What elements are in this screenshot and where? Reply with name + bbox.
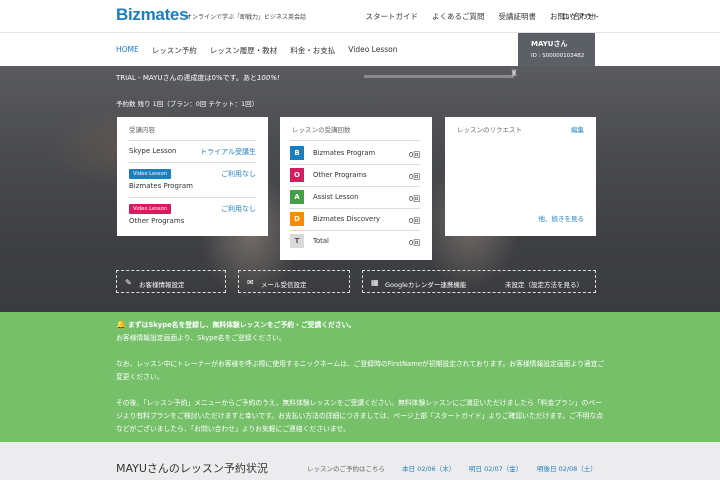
- pencil-icon: ✎: [125, 278, 132, 287]
- main-nav: HOME レッスン予約 レッスン履歴・教材 料金・お支払 Video Lesso…: [0, 32, 720, 67]
- lesson-request-card: レッスンのリクエスト 編集 他、続きを見る: [445, 117, 596, 236]
- bizmates-program-row: Video Lesson ご利用なし Bizmates Program: [129, 169, 256, 190]
- count-label: Total: [313, 237, 329, 245]
- bizmates-discovery-icon: D: [290, 212, 304, 226]
- dashboard-hero: TRIAL - MAYUさんの達成度は0%です。あと100%! ♜ 予約数 残り…: [0, 66, 720, 312]
- divider: [129, 197, 256, 198]
- booking-title: MAYUさんのレッスン予約状況: [116, 462, 268, 475]
- faq-link[interactable]: よくあるご質問: [432, 11, 485, 22]
- other-programs-label: Other Programs: [129, 217, 185, 225]
- google-calendar-status: 未設定（設定方法を見る）: [505, 281, 583, 289]
- bizmates-program-icon: B: [290, 146, 304, 160]
- bell-icon: 🔔: [116, 320, 126, 329]
- video-lesson-badge: Video Lesson: [129, 169, 172, 179]
- bizmates-logo[interactable]: Bizmates: [116, 5, 189, 25]
- count-value: 0回: [408, 151, 420, 159]
- achievement-progress-bar: [364, 75, 514, 78]
- skype-lesson-row: Skype Lesson トライアル受講生: [129, 147, 256, 157]
- day-after-tomorrow[interactable]: 明後日 02/08（土）: [537, 463, 597, 473]
- bizmates-program-status[interactable]: ご利用なし: [221, 169, 256, 179]
- divider: [290, 140, 420, 141]
- notice-line: お客様情報設定画面より、Skype名をご登録ください。: [116, 334, 286, 342]
- notice-headline: まずはSkype名を登録し、無料体験レッスンをご予約・ご受講ください。: [128, 321, 356, 329]
- other-programs-status[interactable]: ご利用なし: [221, 204, 256, 214]
- count-row-bizmates: B Bizmates Program 0回: [290, 142, 420, 162]
- top-header: Bizmates オンラインで学ぶ「即戦力」ビジネス英会話 スタートガイド よく…: [0, 0, 720, 32]
- lesson-count-title: レッスンの受講回数: [292, 126, 351, 134]
- nav-video-lesson[interactable]: Video Lesson: [348, 45, 397, 56]
- see-more-link[interactable]: 他、続きを見る: [539, 213, 585, 223]
- tagline: オンラインで学ぶ「即戦力」ビジネス英会話: [186, 14, 307, 21]
- count-row-other: O Other Programs 0回: [290, 164, 420, 184]
- booking-status-section: MAYUさんのレッスン予約状況 レッスンのご予約はこちら 本日 02/06（木）…: [0, 442, 720, 480]
- google-calendar-label: Googleカレンダー連携機能: [385, 281, 467, 289]
- reservation-count: 予約数 残り 1回（プラン：0回 チケット：1回）: [116, 100, 259, 108]
- count-value: 0回: [408, 173, 420, 181]
- onboarding-notice: 🔔 まずはSkype名を登録し、無料体験レッスンをご予約・ご受講ください。 お客…: [0, 312, 720, 442]
- notice-next-steps: その後、「レッスン予約」メニューからご予約のうえ、無料体験レッスンをご受講くださ…: [116, 399, 604, 433]
- user-name: MAYUさん: [531, 40, 568, 48]
- assist-lesson-icon: A: [290, 190, 304, 204]
- video-lesson-badge: Video Lesson: [129, 204, 172, 214]
- count-label: Bizmates Program: [313, 149, 376, 157]
- lesson-request-title: レッスンのリクエスト: [457, 126, 522, 134]
- mail-settings-button[interactable]: ✉ メール受信設定: [238, 270, 350, 293]
- nav-lesson-reserve[interactable]: レッスン予約: [152, 45, 197, 56]
- user-menu[interactable]: MAYUさん ID : S00000103482: [518, 33, 595, 67]
- bizmates-program-label: Bizmates Program: [129, 182, 193, 190]
- lesson-count-card: レッスンの受講回数 B Bizmates Program 0回 O Other …: [280, 117, 432, 260]
- trial-text: TRIAL - MAYUさんの達成度は0%です。あと: [116, 74, 257, 82]
- course-card-title: 受講内容: [129, 126, 155, 134]
- edit-request-link[interactable]: 編集: [571, 124, 584, 134]
- user-id: ID : S00000103482: [531, 53, 585, 59]
- day-today[interactable]: 本日 02/06（木）: [402, 463, 455, 473]
- notice-nickname: なお、レッスン中にトレーナーがお客様を呼ぶ際に使用するニックネームは、ご登録時の…: [116, 360, 605, 381]
- google-calendar-button[interactable]: ▦ Googleカレンダー連携機能 未設定（設定方法を見る）: [362, 270, 596, 293]
- day-tomorrow[interactable]: 明日 02/07（金）: [469, 463, 522, 473]
- divider: [129, 140, 256, 141]
- trial-status: TRIAL - MAYUさんの達成度は0%です。あと100%!: [116, 73, 280, 83]
- total-icon: T: [290, 234, 304, 248]
- nav-pricing[interactable]: 料金・お支払: [290, 45, 335, 56]
- nav-home[interactable]: HOME: [116, 45, 139, 56]
- course-card: 受講内容 Skype Lesson トライアル受講生 Video Lesson …: [117, 117, 268, 236]
- skype-lesson-label: Skype Lesson: [129, 147, 177, 155]
- logout-link[interactable]: ログアウト: [562, 11, 600, 22]
- other-programs-icon: O: [290, 168, 304, 182]
- nav-lesson-history[interactable]: レッスン履歴・教材: [210, 45, 278, 56]
- divider: [129, 162, 256, 163]
- customer-settings-label: お客様情報設定: [139, 281, 185, 289]
- skype-lesson-status[interactable]: トライアル受講生: [200, 147, 256, 157]
- trophy-icon: ♜: [510, 69, 519, 79]
- count-value: 0回: [408, 195, 420, 203]
- customer-settings-button[interactable]: ✎ お客様情報設定: [116, 270, 226, 293]
- count-label: Assist Lesson: [313, 193, 359, 201]
- count-row-discovery: D Bizmates Discovery 0回: [290, 208, 420, 228]
- certificate-link[interactable]: 受講証明書: [499, 11, 537, 22]
- count-label: Bizmates Discovery: [313, 215, 381, 223]
- count-row-assist: A Assist Lesson 0回: [290, 186, 420, 206]
- booking-subtitle: レッスンのご予約はこちら: [307, 465, 385, 473]
- mail-settings-label: メール受信設定: [261, 281, 307, 289]
- count-value: 0回: [408, 239, 420, 247]
- calendar-icon: ▦: [371, 278, 379, 287]
- count-row-total: T Total 0回: [290, 230, 420, 250]
- top-links: スタートガイド よくあるご質問 受講証明書 お問い合わせ: [366, 11, 596, 22]
- other-programs-row: Video Lesson ご利用なし Other Programs: [129, 204, 256, 225]
- trial-remaining: 100%!: [256, 74, 280, 82]
- count-label: Other Programs: [313, 171, 367, 179]
- count-value: 0回: [408, 217, 420, 225]
- envelope-icon: ✉: [247, 278, 254, 287]
- start-guide-link[interactable]: スタートガイド: [366, 11, 419, 22]
